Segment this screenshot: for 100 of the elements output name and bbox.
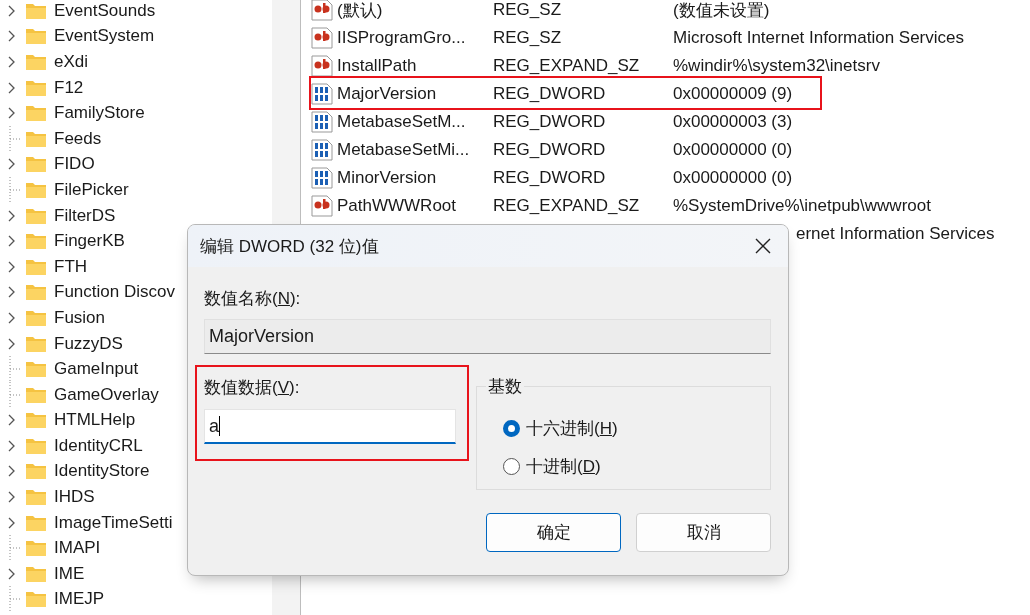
string-value-icon bbox=[311, 27, 333, 49]
value-data: Microsoft Internet Information Services bbox=[673, 28, 964, 48]
tree-item[interactable]: FuzzyDS bbox=[54, 333, 123, 354]
radio-button[interactable] bbox=[503, 419, 520, 437]
value-name[interactable]: MajorVersion bbox=[337, 84, 493, 104]
string-value-icon bbox=[311, 55, 333, 77]
chevron-icon[interactable] bbox=[8, 337, 16, 350]
tree-item[interactable]: Function Discov bbox=[54, 282, 175, 303]
tree-item[interactable]: IdentityStore bbox=[54, 461, 150, 482]
ok-button[interactable]: 确定 bbox=[486, 513, 621, 552]
value-name[interactable]: MetabaseSetMi... bbox=[337, 140, 493, 160]
chevron-icon[interactable] bbox=[8, 414, 16, 427]
chevron-icon[interactable] bbox=[8, 286, 16, 299]
folder-icon bbox=[25, 129, 47, 148]
radio-button[interactable] bbox=[503, 457, 520, 475]
folder-icon bbox=[25, 53, 47, 71]
value-name[interactable]: MetabaseSetM... bbox=[337, 112, 493, 132]
folder-icon bbox=[25, 104, 47, 123]
binary-value-icon bbox=[311, 139, 333, 161]
folder-icon bbox=[25, 283, 47, 302]
value-type: REG_EXPAND_SZ bbox=[493, 196, 641, 216]
value-type: REG_DWORD bbox=[493, 112, 607, 132]
value-type: REG_SZ bbox=[493, 0, 563, 20]
chevron-icon[interactable] bbox=[8, 311, 16, 324]
radio-label[interactable]: 十进制(D) bbox=[526, 454, 601, 478]
folder-icon bbox=[25, 334, 47, 353]
value-data: ernet Information Services bbox=[796, 224, 995, 244]
chevron-icon[interactable] bbox=[8, 107, 16, 120]
value-type: REG_DWORD bbox=[493, 140, 607, 160]
value-name[interactable]: (默认) bbox=[337, 0, 493, 22]
binary-value-icon bbox=[311, 111, 333, 133]
binary-value-icon bbox=[311, 83, 333, 105]
cancel-button[interactable]: 取消 bbox=[636, 513, 771, 552]
chevron-icon[interactable] bbox=[8, 30, 16, 43]
tree-item[interactable]: ImageTimeSetti bbox=[54, 512, 173, 533]
tree-item[interactable]: HTMLHelp bbox=[54, 410, 136, 431]
chevron-icon[interactable] bbox=[8, 158, 16, 171]
tree-item[interactable]: F12 bbox=[54, 77, 84, 98]
dialog-title: 编辑 DWORD (32 位)值 bbox=[200, 235, 379, 258]
tree-item[interactable]: GameInput bbox=[54, 359, 139, 380]
tree-item[interactable]: IdentityCRL bbox=[54, 435, 143, 456]
folder-icon bbox=[25, 360, 47, 379]
chevron-icon[interactable] bbox=[8, 516, 16, 529]
tree-item[interactable]: Feeds bbox=[54, 128, 102, 149]
value-name[interactable]: MinorVersion bbox=[337, 168, 493, 188]
chevron-icon[interactable] bbox=[8, 439, 16, 452]
tree-item[interactable]: GameOverlay bbox=[54, 384, 159, 405]
tree-item[interactable]: FilterDS bbox=[54, 205, 116, 226]
folder-icon bbox=[25, 257, 47, 276]
value-data: 0x00000000 (0) bbox=[673, 168, 793, 188]
folder-icon bbox=[25, 206, 47, 225]
value-name[interactable]: InstallPath bbox=[337, 56, 493, 76]
tree-item[interactable]: FIDO bbox=[54, 154, 95, 175]
group-legend: 基数 bbox=[486, 375, 524, 398]
chevron-icon[interactable] bbox=[8, 235, 16, 248]
value-type: REG_EXPAND_SZ bbox=[493, 56, 641, 76]
chevron-icon[interactable] bbox=[8, 567, 16, 580]
tree-item[interactable]: EventSystem bbox=[54, 26, 155, 47]
folder-icon bbox=[25, 385, 47, 404]
folder-icon bbox=[25, 513, 47, 532]
value-type: REG_SZ bbox=[493, 28, 563, 48]
value-name-field: MajorVersion bbox=[204, 319, 771, 354]
tree-item[interactable]: IHDS bbox=[54, 487, 95, 508]
tree-item[interactable]: FamilyStore bbox=[54, 103, 145, 124]
tree-item[interactable]: IME bbox=[54, 563, 85, 584]
folder-icon bbox=[25, 308, 47, 327]
tree-item[interactable]: EventSounds bbox=[54, 0, 156, 21]
folder-icon bbox=[25, 539, 47, 558]
tree-item[interactable]: FilePicker bbox=[54, 179, 129, 200]
tree-item[interactable]: FingerKB bbox=[54, 231, 125, 252]
chevron-icon[interactable] bbox=[8, 209, 16, 222]
chevron-icon[interactable] bbox=[8, 4, 16, 17]
value-data-field[interactable]: a bbox=[204, 409, 456, 444]
chevron-icon[interactable] bbox=[8, 491, 16, 504]
tree-item[interactable]: IMEJP bbox=[54, 589, 105, 610]
value-type: REG_DWORD bbox=[493, 84, 607, 104]
chevron-icon[interactable] bbox=[8, 260, 16, 273]
value-data: %windir%\system32\inetsrv bbox=[673, 56, 880, 76]
chevron-icon[interactable] bbox=[8, 81, 16, 94]
value-name-label: 数值名称(N): bbox=[204, 288, 302, 310]
close-icon[interactable] bbox=[755, 238, 771, 254]
folder-icon bbox=[25, 590, 47, 609]
tree-item[interactable]: Fusion bbox=[54, 307, 106, 328]
folder-icon bbox=[25, 180, 47, 199]
tree-item[interactable]: FTH bbox=[54, 256, 88, 277]
binary-value-icon bbox=[311, 167, 333, 189]
folder-icon bbox=[25, 462, 47, 481]
radio-label[interactable]: 十六进制(H) bbox=[526, 416, 618, 440]
value-name[interactable]: IISProgramGro... bbox=[337, 28, 493, 48]
folder-icon bbox=[25, 78, 47, 97]
tree-item[interactable]: eXdi bbox=[54, 52, 89, 72]
value-type: REG_DWORD bbox=[493, 168, 607, 188]
folder-icon bbox=[25, 564, 47, 583]
tree-item[interactable]: IMAPI bbox=[54, 538, 101, 559]
value-data: (数值未设置) bbox=[673, 0, 770, 22]
chevron-icon[interactable] bbox=[8, 56, 16, 68]
chevron-icon[interactable] bbox=[8, 465, 16, 478]
value-name[interactable]: PathWWWRoot bbox=[337, 196, 493, 216]
folder-icon bbox=[25, 1, 47, 20]
value-data: %SystemDrive%\inetpub\wwwroot bbox=[673, 196, 931, 216]
